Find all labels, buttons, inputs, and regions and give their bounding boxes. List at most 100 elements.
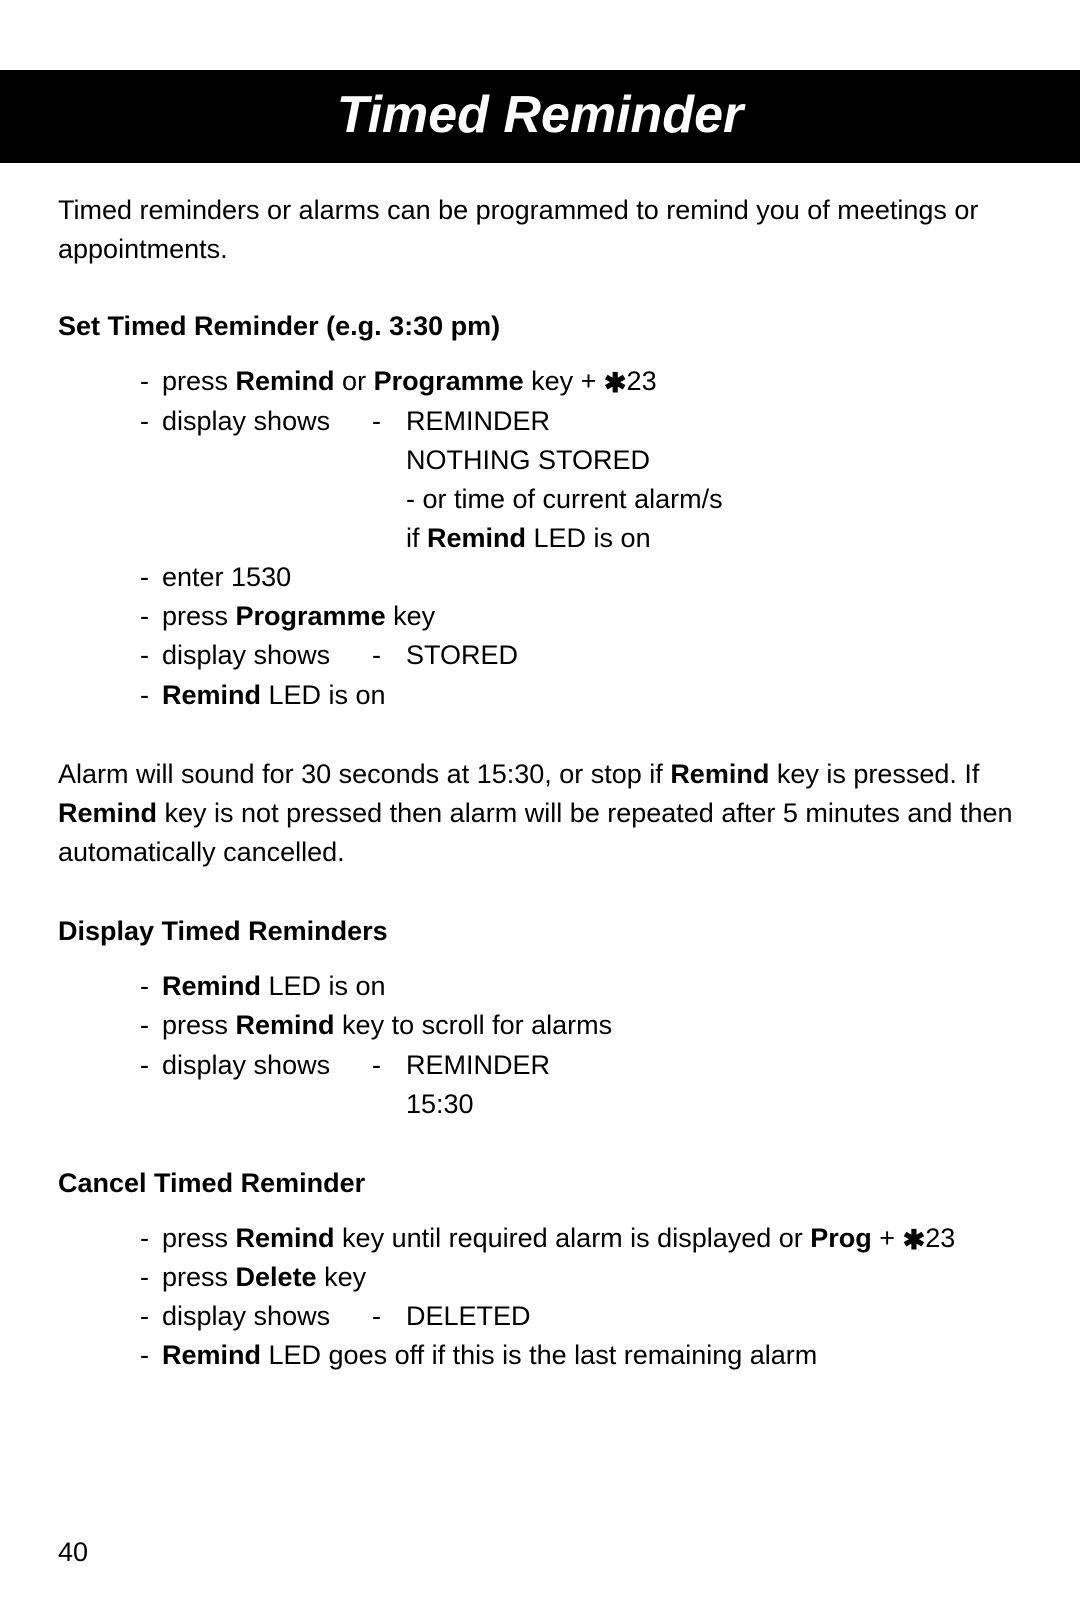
dash-icon: - xyxy=(140,636,162,675)
remind-key: Remind xyxy=(58,798,157,828)
remind-key: Remind xyxy=(236,1010,335,1040)
list-item: - display shows - REMINDER xyxy=(58,1046,1022,1085)
page-title: Timed Reminder xyxy=(337,86,743,144)
list-item: - display shows - STORED xyxy=(58,636,1022,675)
section1-steps: - press Remind or Programme key + ✱23 - … xyxy=(58,362,1022,714)
dash-icon: - xyxy=(140,558,162,597)
list-item: - press Remind key until required alarm … xyxy=(58,1219,1022,1258)
text: key + xyxy=(524,366,604,396)
remind-key: Remind xyxy=(236,366,335,396)
text: if xyxy=(406,523,427,553)
dash-icon: - xyxy=(372,1297,406,1336)
display-value: 15:30 xyxy=(58,1085,1022,1124)
list-item: - press Delete key xyxy=(58,1258,1022,1297)
list-item: - press Remind or Programme key + ✱23 xyxy=(58,362,1022,401)
display-label: display shows xyxy=(162,636,372,675)
list-item: - display shows - DELETED xyxy=(58,1297,1022,1336)
list-item: - press Remind key to scroll for alarms xyxy=(58,1006,1022,1045)
section-heading-display: Display Timed Reminders xyxy=(58,912,1022,951)
dash-icon: - xyxy=(140,1297,162,1336)
display-value: REMINDER xyxy=(406,1046,1022,1085)
page-number: 40 xyxy=(58,1537,88,1568)
remind-key: Remind xyxy=(670,759,769,789)
dash-icon: - xyxy=(140,597,162,636)
step-text: Remind LED goes off if this is the last … xyxy=(162,1336,1022,1375)
display-value: DELETED xyxy=(406,1297,1022,1336)
dash-icon: - xyxy=(140,1258,162,1297)
delete-key: Delete xyxy=(236,1262,317,1292)
star-icon: ✱ xyxy=(903,1221,926,1260)
dash-icon: - xyxy=(372,1046,406,1085)
display-value: if Remind LED is on xyxy=(58,519,1022,558)
code: 23 xyxy=(925,1223,955,1253)
text: press xyxy=(162,1223,236,1253)
text: key to scroll for alarms xyxy=(335,1010,613,1040)
section3-steps: - press Remind key until required alarm … xyxy=(58,1219,1022,1376)
step-text: press Delete key xyxy=(162,1258,1022,1297)
programme-key: Programme xyxy=(374,366,524,396)
step-text: Remind LED is on xyxy=(162,967,1022,1006)
section-heading-cancel: Cancel Timed Reminder xyxy=(58,1164,1022,1203)
display-value: - or time of current alarm/s xyxy=(58,480,1022,519)
remind-key: Remind xyxy=(236,1223,335,1253)
programme-key: Programme xyxy=(236,601,386,631)
text: press xyxy=(162,1262,236,1292)
display-label: display shows xyxy=(162,1046,372,1085)
text: press xyxy=(162,601,236,631)
display-value: STORED xyxy=(406,636,1022,675)
dash-icon: - xyxy=(140,362,162,401)
text: LED goes off if this is the last remaini… xyxy=(261,1340,817,1370)
text: press xyxy=(162,1010,236,1040)
page: Timed Reminder Timed reminders or alarms… xyxy=(0,70,1080,1603)
step-text: press Remind key to scroll for alarms xyxy=(162,1006,1022,1045)
dash-icon: - xyxy=(372,636,406,675)
dash-icon: - xyxy=(140,402,162,441)
page-content: Timed reminders or alarms can be program… xyxy=(0,163,1080,1376)
star-icon: ✱ xyxy=(604,364,627,403)
dash-icon: - xyxy=(140,1336,162,1375)
section2-steps: - Remind LED is on - press Remind key to… xyxy=(58,967,1022,1124)
step-text: press Remind or Programme key + ✱23 xyxy=(162,362,1022,401)
remind-key: Remind xyxy=(162,1340,261,1370)
remind-key: Remind xyxy=(162,680,261,710)
dash-icon: - xyxy=(372,402,406,441)
step-text: press Programme key xyxy=(162,597,1022,636)
list-item: - Remind LED goes off if this is the las… xyxy=(58,1336,1022,1375)
section-heading-set: Set Timed Reminder (e.g. 3:30 pm) xyxy=(58,307,1022,346)
page-title-bar: Timed Reminder xyxy=(0,70,1080,163)
text: + xyxy=(872,1223,903,1253)
display-label: display shows xyxy=(162,402,372,441)
dash-icon: - xyxy=(140,1006,162,1045)
text: LED is on xyxy=(261,971,386,1001)
list-item: - Remind LED is on xyxy=(58,967,1022,1006)
text: key is not pressed then alarm will be re… xyxy=(58,798,1013,867)
display-value: NOTHING STORED xyxy=(58,441,1022,480)
step-text: Remind LED is on xyxy=(162,676,1022,715)
remind-key: Remind xyxy=(427,523,526,553)
dash-icon: - xyxy=(140,967,162,1006)
dash-icon: - xyxy=(140,676,162,715)
prog-key: Prog xyxy=(810,1223,872,1253)
list-item: - enter 1530 xyxy=(58,558,1022,597)
step-text: press Remind key until required alarm is… xyxy=(162,1219,1022,1258)
list-item: - display shows - REMINDER xyxy=(58,402,1022,441)
dash-icon: - xyxy=(140,1219,162,1258)
text: press xyxy=(162,366,236,396)
display-value: REMINDER xyxy=(406,402,1022,441)
text: or xyxy=(335,366,374,396)
text: LED is on xyxy=(526,523,651,553)
alarm-paragraph: Alarm will sound for 30 seconds at 15:30… xyxy=(58,755,1022,872)
text: key is pressed. If xyxy=(769,759,979,789)
display-label: display shows xyxy=(162,1297,372,1336)
text: key xyxy=(317,1262,367,1292)
list-item: - Remind LED is on xyxy=(58,676,1022,715)
dash-icon: - xyxy=(140,1046,162,1085)
step-text: enter 1530 xyxy=(162,558,1022,597)
text: key xyxy=(386,601,436,631)
text: Alarm will sound for 30 seconds at 15:30… xyxy=(58,759,670,789)
list-item: - press Programme key xyxy=(58,597,1022,636)
intro-paragraph: Timed reminders or alarms can be program… xyxy=(58,191,1022,269)
remind-key: Remind xyxy=(162,971,261,1001)
text: key until required alarm is displayed or xyxy=(335,1223,811,1253)
code: 23 xyxy=(627,366,657,396)
